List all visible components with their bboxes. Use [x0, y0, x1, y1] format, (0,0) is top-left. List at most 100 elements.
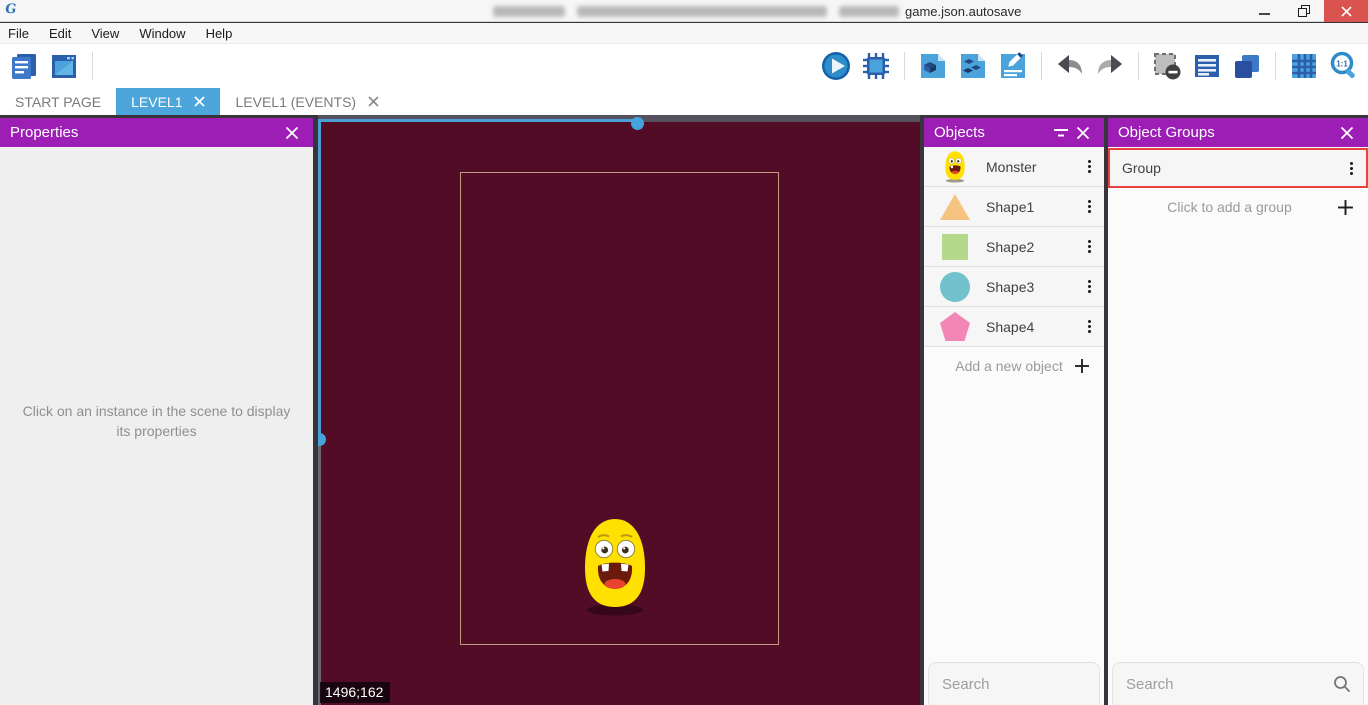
main-toolbar: 1:1: [0, 44, 1368, 88]
group-row-selected[interactable]: Group: [1108, 148, 1368, 188]
redacted-text: [493, 6, 565, 17]
zoom-1-1-icon[interactable]: 1:1: [1328, 50, 1360, 82]
game-window-top-edge: [318, 119, 638, 122]
triangle-icon: [924, 192, 986, 222]
project-manager-icon[interactable]: [8, 50, 40, 82]
gdevelop-logo-icon: G: [4, 3, 22, 18]
resize-handle-top[interactable]: [631, 117, 644, 130]
window-title: game.json.autosave: [487, 2, 1021, 20]
close-panel-icon[interactable]: [281, 122, 303, 144]
close-button[interactable]: [1324, 0, 1368, 22]
plus-icon: [1074, 358, 1090, 374]
export-project-icon[interactable]: [48, 50, 80, 82]
title-bar: G game.json.autosave: [0, 0, 1368, 22]
tab-level1-events[interactable]: LEVEL1 (EVENTS): [220, 88, 394, 115]
object-row-shape2[interactable]: Shape2: [924, 227, 1104, 267]
window-title-text: game.json.autosave: [905, 4, 1021, 19]
plus-icon: [1337, 199, 1354, 216]
play-preview-icon[interactable]: [820, 50, 852, 82]
tab-close-icon[interactable]: [368, 96, 379, 107]
add-object-icon[interactable]: [917, 50, 949, 82]
game-window-top-edge-gray: [638, 119, 920, 122]
object-label: Shape2: [986, 239, 1078, 255]
object-row-shape4[interactable]: Shape4: [924, 307, 1104, 347]
square-icon: [924, 233, 986, 261]
objects-search-box[interactable]: [928, 662, 1100, 705]
monster-instance[interactable]: [578, 515, 652, 617]
undo-icon[interactable]: [1054, 50, 1086, 82]
instances-list-icon[interactable]: [1191, 50, 1223, 82]
object-label: Monster: [986, 159, 1078, 175]
groups-search-input[interactable]: [1113, 676, 1333, 693]
menu-window[interactable]: Window: [129, 26, 195, 41]
tab-label: LEVEL1: [131, 94, 182, 110]
restore-button[interactable]: [1284, 0, 1324, 22]
menu-bar: File Edit View Window Help: [0, 23, 1368, 44]
group-menu-icon[interactable]: [1340, 162, 1366, 175]
object-row-shape1[interactable]: Shape1: [924, 187, 1104, 227]
monster-icon: [924, 150, 986, 183]
objects-panel: Objects: [924, 118, 1104, 705]
toolbar-divider: [1041, 52, 1042, 80]
pentagon-icon: [924, 311, 986, 342]
circle-icon: [924, 271, 986, 303]
objects-panel-title: Objects: [934, 124, 985, 141]
object-menu-icon[interactable]: [1078, 320, 1104, 333]
tab-level1[interactable]: LEVEL1: [116, 88, 220, 115]
properties-panel-header: Properties: [0, 118, 313, 147]
object-label: Shape1: [986, 199, 1078, 215]
object-menu-icon[interactable]: [1078, 200, 1104, 213]
resize-handle-left[interactable]: [318, 433, 326, 446]
filter-icon[interactable]: [1050, 122, 1072, 144]
menu-view[interactable]: View: [81, 26, 129, 41]
object-row-shape3[interactable]: Shape3: [924, 267, 1104, 307]
add-new-object-label: Add a new object: [944, 358, 1074, 374]
group-label: Group: [1110, 160, 1340, 176]
object-groups-panel-title: Object Groups: [1118, 124, 1215, 141]
deselect-instances-icon[interactable]: [1151, 50, 1183, 82]
gdevelop-window: G game.json.autosave: [0, 0, 1368, 705]
add-group-label: Click to add a group: [1122, 199, 1337, 215]
menu-help[interactable]: Help: [196, 26, 243, 41]
menu-file[interactable]: File: [0, 26, 39, 41]
object-menu-icon[interactable]: [1078, 160, 1104, 173]
toolbar-divider: [1138, 52, 1139, 80]
object-label: Shape3: [986, 279, 1078, 295]
grid-icon[interactable]: [1288, 50, 1320, 82]
redo-icon[interactable]: [1094, 50, 1126, 82]
object-menu-icon[interactable]: [1078, 240, 1104, 253]
tab-label: START PAGE: [15, 94, 101, 110]
objects-groups-icon[interactable]: [957, 50, 989, 82]
layers-icon[interactable]: [1231, 50, 1263, 82]
menu-edit[interactable]: Edit: [39, 26, 81, 41]
game-window-left-edge-gray: [318, 440, 321, 705]
add-group-button[interactable]: Click to add a group: [1108, 188, 1368, 226]
add-new-object-button[interactable]: Add a new object: [924, 347, 1104, 385]
redacted-text: [839, 6, 899, 17]
properties-hint-text: Click on an instance in the scene to dis…: [16, 401, 297, 442]
object-row-monster[interactable]: Monster: [924, 147, 1104, 187]
cursor-coordinates: 1496;162: [320, 682, 390, 703]
scene-editor-canvas[interactable]: 1496;162: [318, 115, 920, 705]
minimize-button[interactable]: [1244, 0, 1284, 22]
toolbar-divider: [1275, 52, 1276, 80]
close-panel-icon[interactable]: [1336, 122, 1358, 144]
game-window-left-edge: [318, 119, 321, 440]
groups-search-box[interactable]: [1112, 662, 1364, 705]
debug-icon[interactable]: [860, 50, 892, 82]
tab-start-page[interactable]: START PAGE: [0, 88, 116, 115]
toolbar-divider: [904, 52, 905, 80]
properties-panel: Properties Click on an instance in the s…: [0, 118, 313, 705]
object-groups-panel: Object Groups Group Click to add a group: [1108, 118, 1368, 705]
search-icon: [1333, 675, 1351, 693]
editor-tabs: START PAGE LEVEL1 LEVEL1 (EVENTS): [0, 88, 1368, 115]
close-panel-icon[interactable]: [1072, 122, 1094, 144]
tab-close-icon[interactable]: [194, 96, 205, 107]
svg-text:1:1: 1:1: [1336, 60, 1348, 69]
object-groups-panel-header: Object Groups: [1108, 118, 1368, 147]
properties-panel-title: Properties: [10, 124, 78, 141]
object-menu-icon[interactable]: [1078, 280, 1104, 293]
redacted-text: [577, 6, 827, 17]
objects-panel-header: Objects: [924, 118, 1104, 147]
edit-scene-properties-icon[interactable]: [997, 50, 1029, 82]
